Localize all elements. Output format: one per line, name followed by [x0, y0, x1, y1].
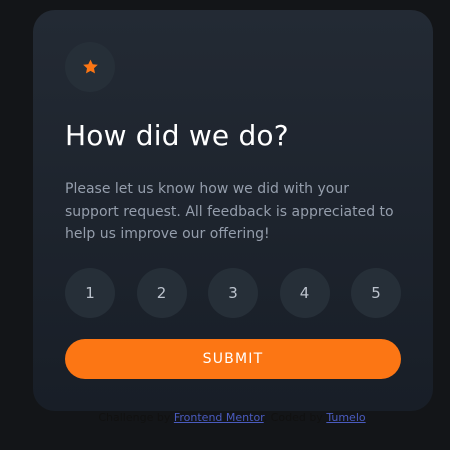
rating-1-button[interactable]: 1	[65, 268, 115, 318]
rating-2-button[interactable]: 2	[136, 268, 187, 318]
attribution-prefix: Challenge by	[98, 411, 171, 424]
attribution: Challenge by Frontend Mentor. Coded by T…	[0, 410, 450, 426]
author-link[interactable]: Tumelo	[326, 411, 365, 424]
star-icon	[82, 59, 98, 74]
frontend-mentor-link[interactable]: Frontend Mentor	[174, 411, 264, 424]
rating-3-button[interactable]: 3	[208, 268, 258, 318]
card-description: Please let us know how we did with your …	[65, 181, 394, 242]
attribution-middle: . Coded by	[263, 411, 323, 424]
card-title: How did we do?	[65, 119, 289, 152]
star-icon-circle	[65, 42, 115, 92]
rating-4-button[interactable]: 4	[279, 268, 330, 318]
rating-options: 1 2 3 4 5	[65, 268, 401, 318]
rating-5-button[interactable]: 5	[351, 268, 401, 318]
rating-card: How did we do? Please let us know how we…	[33, 10, 433, 411]
submit-button[interactable]: SUBMIT	[65, 339, 401, 379]
